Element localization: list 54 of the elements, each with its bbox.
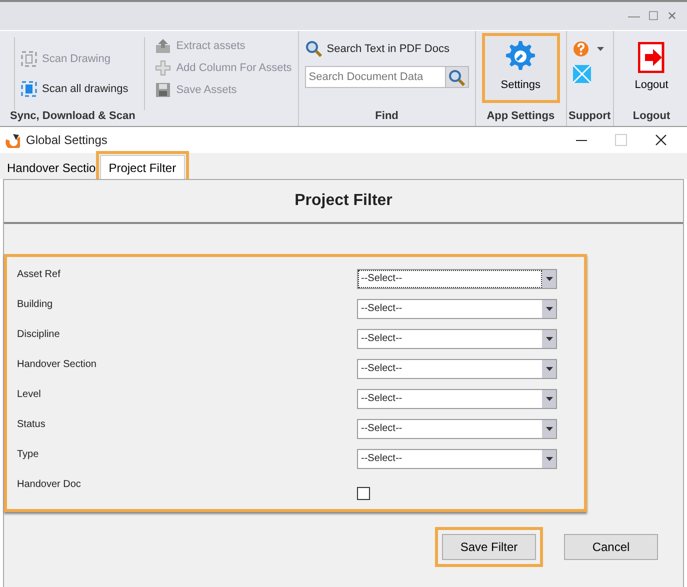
gear-icon xyxy=(504,40,538,73)
dropdown[interactable]: --Select-- xyxy=(357,329,557,349)
maximize-button[interactable]: ☐ xyxy=(648,9,659,23)
scan-button[interactable]: Scan all drawings xyxy=(21,80,128,98)
floppy-icon xyxy=(155,82,172,98)
dropdown-arrow-icon xyxy=(546,367,552,371)
search-field[interactable]: Search Document Data xyxy=(304,66,445,88)
dropdown-arrow-icon xyxy=(596,47,604,51)
scan-icon xyxy=(21,80,37,96)
dialog-title: Global Settings xyxy=(26,133,108,147)
panel-heading: Project Filter xyxy=(4,180,683,224)
dropdown-arrow-icon xyxy=(546,397,552,401)
upload-icon xyxy=(155,38,172,54)
close-icon xyxy=(655,134,667,146)
group-label: Find xyxy=(374,110,400,124)
checkbox[interactable] xyxy=(357,487,370,500)
field-label: Level xyxy=(17,389,42,400)
dropdown[interactable]: --Select-- xyxy=(357,419,557,439)
minimize-button[interactable]: — xyxy=(628,9,640,23)
dropdown[interactable]: --Select-- xyxy=(357,269,557,289)
app-logo-icon xyxy=(4,132,20,148)
field-label: Handover Doc xyxy=(17,479,82,490)
search-button[interactable]: Search Text in PDF Docs xyxy=(304,39,469,58)
help-icon xyxy=(572,41,589,57)
field-label: Asset Ref xyxy=(17,269,62,280)
dropdown-arrow-icon xyxy=(546,307,552,311)
dropdown[interactable]: --Select-- xyxy=(357,449,557,469)
field-label: Building xyxy=(17,299,54,310)
field-label: Type xyxy=(17,449,40,460)
search-button[interactable] xyxy=(444,66,469,88)
group-label: Sync, Download & Scan xyxy=(9,110,136,124)
field-label: Handover Section xyxy=(17,359,98,370)
group-label: Support xyxy=(568,110,612,124)
group-label: App Settings xyxy=(486,110,556,124)
dropdown-arrow-icon xyxy=(546,337,552,341)
scan-icon xyxy=(21,50,37,66)
dropdown[interactable]: --Select-- xyxy=(357,389,557,409)
settings-button[interactable]: Settings xyxy=(482,33,560,103)
field-label: Discipline xyxy=(17,329,61,340)
field-label: Status xyxy=(17,419,46,430)
dropdown-arrow-icon xyxy=(546,277,552,281)
dropdown[interactable]: --Select-- xyxy=(357,299,557,319)
plus-icon xyxy=(155,60,172,76)
dropdown-arrow-icon xyxy=(546,457,552,461)
group-label: Logout xyxy=(632,110,672,124)
dialog-button[interactable]: Save Filter xyxy=(435,527,543,567)
logout-button[interactable]: Logout xyxy=(620,37,684,99)
envelope-icon xyxy=(572,65,591,83)
search-icon xyxy=(448,68,466,86)
dialog-button[interactable]: Cancel xyxy=(564,534,658,560)
exit-icon xyxy=(638,42,666,73)
dropdown[interactable]: --Select-- xyxy=(357,359,557,379)
search-icon xyxy=(304,40,322,57)
dropdown-arrow-icon xyxy=(546,427,552,431)
